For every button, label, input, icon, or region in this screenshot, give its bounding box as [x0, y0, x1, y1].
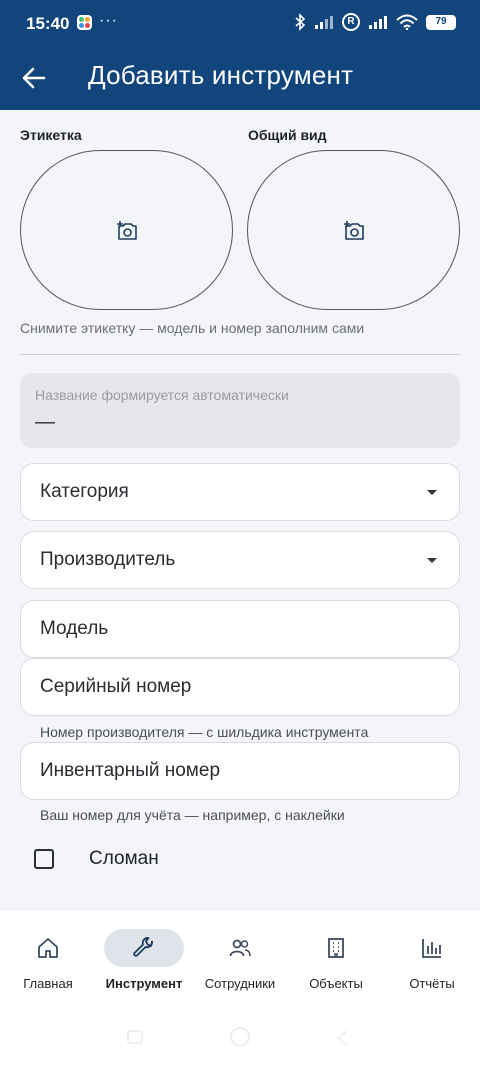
notification-app-icon [77, 15, 92, 30]
page-title: Добавить инструмент [88, 60, 354, 90]
auto-name-label: Название формируется автоматически [35, 387, 289, 403]
model-input[interactable]: Модель [20, 600, 460, 658]
recents-icon[interactable] [125, 1027, 145, 1047]
nav-label: Главная [23, 976, 73, 991]
serial-number-placeholder: Серийный номер [40, 676, 192, 697]
inventory-number-input[interactable]: Инвентарный номер [20, 742, 460, 800]
app-bar: Добавить инструмент [0, 48, 480, 110]
people-icon [229, 939, 251, 957]
serial-number-hint: Номер производителя — с шильдика инструм… [40, 724, 369, 740]
back-gesture-icon[interactable] [333, 1027, 353, 1047]
nav-item-employees[interactable]: Сотрудники [196, 929, 292, 999]
category-label: Категория [40, 481, 129, 502]
serial-number-input[interactable]: Серийный номер [20, 658, 460, 716]
dropdown-arrow-icon [427, 490, 437, 495]
label-photo-button[interactable] [20, 150, 233, 310]
nav-item-home[interactable]: Главная [4, 929, 100, 999]
manufacturer-select[interactable]: Производитель [20, 531, 460, 589]
add-a-photo-icon [344, 221, 364, 240]
general-photo-title: Общий вид [248, 127, 327, 143]
model-placeholder: Модель [40, 618, 109, 639]
divider [20, 354, 460, 355]
arrow-left-icon[interactable] [20, 64, 48, 92]
category-select[interactable]: Категория [20, 463, 460, 521]
wifi-icon [396, 14, 418, 30]
inventory-number-placeholder: Инвентарный номер [40, 760, 221, 781]
broken-checkbox[interactable] [34, 849, 54, 869]
nav-item-tools[interactable]: Инструмент [100, 929, 196, 999]
building-icon [328, 938, 344, 958]
more-notifications-icon: ··· [99, 12, 118, 29]
nav-label: Сотрудники [204, 976, 276, 991]
auto-name-value: — [35, 411, 55, 433]
status-bar: 15:40 ··· R 79 [0, 0, 480, 48]
general-photo-button[interactable] [247, 150, 460, 310]
nav-label: Отчёты [409, 976, 455, 991]
nav-item-objects[interactable]: Объекты [292, 929, 388, 999]
signal-icon-2 [369, 16, 387, 29]
manufacturer-label: Производитель [40, 549, 176, 570]
home-gesture-icon[interactable] [228, 1025, 252, 1049]
nav-label: Объекты [309, 976, 363, 991]
registered-icon: R [342, 13, 360, 31]
home-icon [38, 938, 58, 958]
status-time: 15:40 [26, 14, 70, 33]
dropdown-arrow-icon [427, 558, 437, 563]
bluetooth-icon [295, 13, 306, 31]
add-a-photo-icon [117, 221, 137, 240]
wrench-icon [133, 937, 153, 957]
battery-icon: 79 [426, 14, 456, 30]
broken-label[interactable]: Сломан [89, 848, 159, 870]
auto-name-field: Название формируется автоматически — [20, 373, 460, 448]
label-photo-title: Этикетка [20, 127, 82, 143]
nav-label: Инструмент [105, 976, 183, 991]
bar-chart-icon [422, 939, 441, 958]
photo-hint: Снимите этикетку — модель и номер заполн… [20, 320, 365, 336]
signal-icon [315, 16, 333, 29]
inventory-number-hint: Ваш номер для учёта — например, с наклей… [40, 807, 345, 823]
nav-item-reports[interactable]: Отчёты [388, 929, 480, 999]
